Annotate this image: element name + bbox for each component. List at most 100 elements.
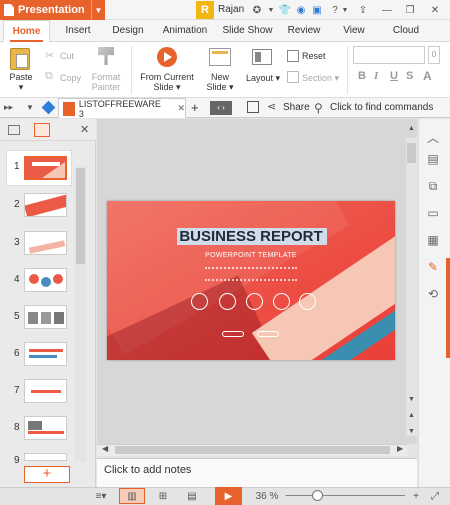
scrollbar-thumb[interactable] (407, 143, 416, 163)
chevron-down-icon[interactable]: ▼ (26, 103, 34, 112)
section-button[interactable]: Section ▾ (302, 73, 339, 83)
slide-thumbnail[interactable] (24, 305, 67, 329)
window-icon[interactable] (247, 101, 259, 113)
copy-icon: ⧉ (45, 70, 53, 82)
find-commands-input[interactable]: Click to find commands (330, 102, 433, 113)
scrollbar-thumb[interactable] (115, 446, 390, 454)
edit-document-icon[interactable]: ✎ (424, 258, 442, 276)
editor-vertical-scrollbar[interactable] (406, 138, 417, 436)
bell-icon[interactable]: ◉ (294, 3, 308, 17)
slide-subtitle[interactable]: POWERPOINT TEMPLATE (107, 252, 395, 259)
play-from-current-icon[interactable] (157, 47, 177, 67)
tab-insert[interactable]: Insert (60, 20, 96, 42)
strikethrough-button[interactable]: S (406, 70, 413, 82)
animation-icon[interactable]: ▭ (424, 204, 442, 222)
italic-button[interactable]: I (374, 70, 378, 82)
reset-button[interactable]: Reset (302, 51, 326, 61)
share-icon[interactable]: ⋖ (267, 100, 276, 113)
close-icon[interactable]: ✕ (428, 3, 442, 17)
chevron-down-icon[interactable]: ▼ (264, 3, 278, 17)
chat-icon[interactable]: ▣ (310, 3, 324, 17)
table-icon[interactable]: ▦ (424, 231, 442, 249)
scroll-left-icon[interactable]: ◀ (102, 444, 108, 453)
tab-animation[interactable]: Animation (160, 20, 210, 42)
normal-view-icon[interactable]: ▥ (119, 488, 145, 504)
chevron-down-icon[interactable]: ▼ (338, 3, 352, 17)
slide-thumbnail[interactable] (24, 268, 67, 292)
font-name-field[interactable] (353, 46, 425, 64)
scroll-down-icon[interactable]: ▼ (408, 396, 415, 403)
tab-slide-show[interactable]: Slide Show (220, 20, 275, 42)
template-icon[interactable]: ⧉ (424, 177, 442, 195)
paste-icon[interactable] (10, 48, 30, 70)
avatar[interactable]: R (196, 1, 214, 19)
slide-sorter-icon[interactable]: ⊞ (153, 488, 173, 504)
backup-icon[interactable]: ⟲ (424, 285, 442, 303)
slide-thumbnail[interactable] (24, 379, 67, 403)
scroll-right-icon[interactable]: ▶ (397, 444, 403, 453)
previous-slide-icon[interactable]: ▲ (408, 412, 415, 419)
play-slideshow-button[interactable]: ▶ (215, 487, 242, 505)
font-color-button[interactable]: A (423, 69, 432, 83)
outline-view-icon[interactable] (8, 125, 20, 135)
restore-icon[interactable]: ❐ (403, 3, 417, 17)
star-skin-icon[interactable]: ✪ (250, 3, 264, 17)
slide-thumbnail[interactable] (24, 156, 67, 180)
tab-design[interactable]: Design (108, 20, 148, 42)
slide-canvas[interactable]: BUSINESS REPORT POWERPOINT TEMPLATE (107, 201, 395, 360)
underline-button[interactable]: U (390, 70, 398, 82)
slide-thumbnail[interactable] (24, 453, 67, 461)
zoom-level[interactable]: 36 % (255, 488, 279, 504)
zoom-in-icon[interactable]: + (411, 488, 421, 504)
tab-view[interactable]: View (338, 20, 370, 42)
zoom-slider[interactable] (290, 495, 405, 496)
slide-thumbnail[interactable] (24, 231, 67, 255)
document-icon[interactable]: ▤ (424, 150, 442, 168)
shirt-icon[interactable]: 👕 (278, 3, 292, 17)
bold-button[interactable]: B (358, 70, 366, 82)
layout-icon[interactable] (252, 49, 272, 65)
chevron-down-icon[interactable]: ▼ (91, 0, 105, 20)
slide-number: 4 (14, 274, 20, 285)
layout-button[interactable]: Layout ▾ (241, 73, 285, 83)
expand-icon[interactable]: ▸▸ (4, 102, 13, 113)
close-tab-icon[interactable]: ✕ (177, 103, 185, 114)
new-slide-icon[interactable] (209, 48, 231, 66)
share-up-icon[interactable]: ⇪ (356, 3, 370, 17)
scrollbar-thumb[interactable] (76, 168, 85, 264)
paste-button[interactable]: Paste ▾ (6, 72, 36, 92)
app-menu-button[interactable]: Presentation ▼ (0, 0, 105, 20)
new-slide-button[interactable]: New Slide ▾ (202, 72, 238, 92)
document-tab[interactable]: LISTOFFREEWARE 3 ✕ (58, 98, 186, 119)
tab-home[interactable]: Home (3, 20, 50, 43)
add-slide-button[interactable]: + (24, 466, 70, 483)
tab-nav-button[interactable]: ‹ › (210, 101, 232, 115)
close-panel-icon[interactable]: ✕ (80, 123, 89, 136)
edit-icon (299, 293, 316, 310)
zoom-slider-handle[interactable] (312, 490, 323, 501)
font-size-field[interactable]: 0 (428, 46, 440, 64)
cut-button[interactable]: Cut (60, 51, 74, 61)
zoom-out-icon[interactable]: − (284, 488, 292, 504)
menu-icon[interactable]: ≡▾ (92, 488, 110, 504)
copy-button[interactable]: Copy (60, 73, 81, 83)
slide-thumbnail[interactable] (24, 193, 67, 217)
tab-review[interactable]: Review (284, 20, 324, 42)
new-tab-button[interactable]: + (191, 100, 199, 115)
chevron-up-icon[interactable]: ︿ (424, 128, 442, 146)
scroll-up-icon[interactable]: ▲ (408, 125, 415, 132)
fit-to-window-icon[interactable]: ⤢ (428, 488, 442, 504)
next-slide-icon[interactable]: ▼ (408, 428, 415, 435)
notes-area[interactable]: Click to add notes (97, 458, 417, 487)
slide-title[interactable]: BUSINESS REPORT (107, 228, 395, 245)
user-name[interactable]: Rajan (218, 4, 244, 15)
minimize-icon[interactable]: — (380, 3, 394, 17)
slide-thumbnail[interactable] (24, 342, 67, 366)
format-painter-button[interactable]: Format Painter (86, 72, 126, 92)
slide-thumbnail[interactable] (24, 416, 67, 440)
from-current-slide-button[interactable]: From Current Slide ▾ (136, 72, 198, 92)
slides-view-icon[interactable] (34, 123, 50, 137)
tab-cloud[interactable]: Cloud (388, 20, 424, 42)
share-button[interactable]: Share (283, 102, 310, 113)
reading-view-icon[interactable]: ▤ (182, 488, 202, 504)
